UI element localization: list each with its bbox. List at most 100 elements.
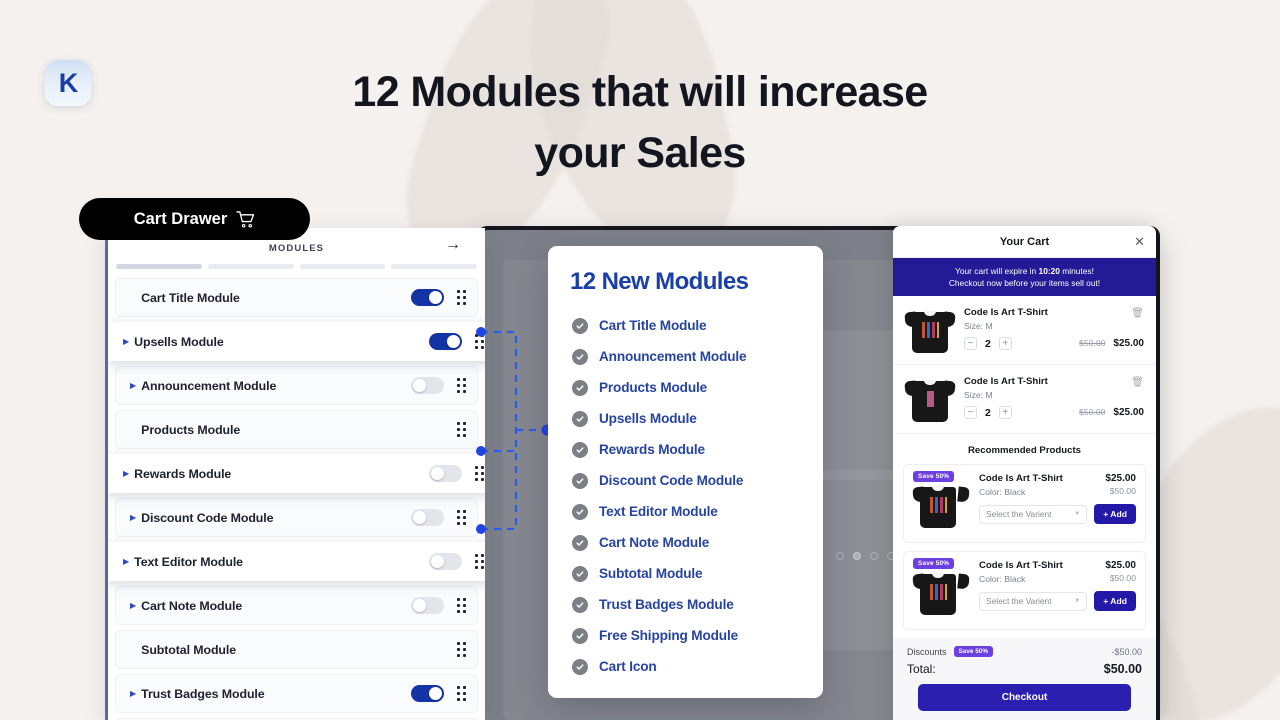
drag-handle-icon[interactable] xyxy=(457,422,466,437)
new-module-item: Discount Code Module xyxy=(548,465,823,496)
module-toggle[interactable] xyxy=(429,553,462,570)
recommended-product-price: $25.00 xyxy=(1105,560,1136,572)
module-toggle[interactable] xyxy=(429,333,462,350)
checkout-button[interactable]: Checkout xyxy=(918,684,1131,712)
quantity-decrease-button[interactable]: − xyxy=(964,337,977,351)
tab-segment[interactable] xyxy=(391,264,477,269)
cart-footer: Discounts Save 50% -$50.00 Total: $50.00… xyxy=(893,638,1156,720)
drag-handle-icon[interactable] xyxy=(457,290,466,305)
module-row[interactable]: ▶ Text Editor Module xyxy=(108,542,485,581)
new-module-label: Free Shipping Module xyxy=(599,628,738,643)
module-toggle[interactable] xyxy=(411,509,444,526)
variant-select[interactable]: Select the Varient ▼ xyxy=(979,591,1088,611)
expand-caret-icon[interactable]: ▶ xyxy=(123,557,129,566)
carousel-dot[interactable] xyxy=(836,552,844,560)
cart-item-name: Code Is Art T-Shirt xyxy=(964,307,1048,319)
cart-drawer-badge-label: Cart Drawer xyxy=(133,209,228,228)
module-row[interactable]: ▶ Trust Badges Module xyxy=(115,674,478,713)
add-product-button[interactable]: + Add xyxy=(1094,504,1136,525)
drag-handle-icon[interactable] xyxy=(457,510,466,525)
module-toggle[interactable] xyxy=(411,289,444,306)
quantity-stepper[interactable]: −2 + $50.00 $25.00 xyxy=(964,337,1144,351)
module-row[interactable]: ▶Cart Title Module xyxy=(115,278,478,317)
module-row[interactable]: ▶ Announcement Module xyxy=(115,366,478,405)
module-row-label: Upsells Module xyxy=(134,334,224,349)
module-toggle[interactable] xyxy=(429,465,462,482)
new-module-label: Products Module xyxy=(599,380,708,395)
recommended-products-list: Save 50% Code Is Art T-Shirt $25.00 Color: … xyxy=(893,464,1156,631)
new-module-label: Cart Note Module xyxy=(599,535,710,550)
module-toggle[interactable] xyxy=(411,685,444,702)
recommended-product-color: Color: Black xyxy=(979,487,1026,498)
product-thumbnail xyxy=(904,307,956,355)
new-module-item: Rewards Module xyxy=(548,434,823,465)
variant-select[interactable]: Select the Varient ▼ xyxy=(979,504,1088,524)
module-toggle[interactable] xyxy=(411,597,444,614)
new-module-item: Free Shipping Module xyxy=(548,620,823,651)
recommended-product-old-price: $50.00 xyxy=(1109,486,1136,497)
add-product-button[interactable]: + Add xyxy=(1094,591,1136,612)
save-badge: Save 50% xyxy=(913,471,955,483)
module-row[interactable]: ▶ Discount Code Module xyxy=(115,498,478,537)
new-module-label: Cart Title Module xyxy=(599,318,707,333)
module-row[interactable]: ▶Products Module xyxy=(115,410,478,449)
module-toggle[interactable] xyxy=(411,377,444,394)
product-thumbnail xyxy=(904,376,956,424)
new-module-label: Announcement Module xyxy=(599,349,747,364)
discount-badge: Save 50% xyxy=(953,646,994,658)
check-circle-icon xyxy=(572,534,588,551)
module-row[interactable]: ▶Subtotal Module xyxy=(115,630,478,669)
quantity-value: 2 xyxy=(985,406,991,419)
module-row-label: Cart Title Module xyxy=(141,290,240,305)
trash-icon[interactable]: 🗑 xyxy=(1131,377,1144,388)
new-module-label: Rewards Module xyxy=(599,442,705,457)
quantity-increase-button[interactable]: + xyxy=(998,406,1012,420)
drag-handle-icon[interactable] xyxy=(475,554,484,569)
tab-segment[interactable] xyxy=(116,264,202,269)
tab-segment[interactable] xyxy=(207,264,294,269)
expand-caret-icon[interactable]: ▶ xyxy=(130,513,136,522)
recommended-product-card: Save 50% Code Is Art T-Shirt $25.00 Color: … xyxy=(903,551,1146,631)
module-row[interactable]: ▶ Cart Note Module xyxy=(115,586,478,625)
drag-handle-icon[interactable] xyxy=(475,466,484,481)
new-module-item: Cart Title Module xyxy=(548,310,823,341)
module-row[interactable]: ▶ Rewards Module xyxy=(108,454,485,493)
product-thumbnail xyxy=(912,473,971,534)
drag-handle-icon[interactable] xyxy=(457,686,466,701)
modules-panel-tabs[interactable] xyxy=(108,264,485,278)
expand-caret-icon[interactable]: ▶ xyxy=(123,337,129,346)
new-module-label: Discount Code Module xyxy=(599,473,744,488)
module-row-label: Subtotal Module xyxy=(141,642,237,657)
trash-icon[interactable]: 🗑 xyxy=(1131,308,1144,319)
cart-item-old-price: $50.00 xyxy=(1079,407,1106,418)
variant-select-placeholder: Select the Varient xyxy=(986,596,1052,607)
check-circle-icon xyxy=(572,441,588,458)
drag-handle-icon[interactable] xyxy=(457,642,466,657)
check-circle-icon xyxy=(572,379,588,396)
recommended-product-color: Color: Black xyxy=(979,574,1026,585)
arrow-right-icon[interactable]: → xyxy=(445,237,461,253)
recommended-product-old-price: $50.00 xyxy=(1109,573,1136,584)
drag-handle-icon[interactable] xyxy=(457,598,466,613)
new-module-label: Subtotal Module xyxy=(599,566,703,581)
check-circle-icon xyxy=(572,317,588,334)
expand-caret-icon[interactable]: ▶ xyxy=(130,689,136,698)
cart-drawer-badge: Cart Drawer xyxy=(79,198,310,240)
modules-list: ▶Cart Title Module▶Upsells Module▶Announ… xyxy=(108,278,485,720)
expand-caret-icon[interactable]: ▶ xyxy=(123,469,129,478)
tab-segment[interactable] xyxy=(299,264,386,269)
carousel-dot[interactable] xyxy=(853,552,861,560)
expand-caret-icon[interactable]: ▶ xyxy=(130,601,136,610)
module-row-label: Products Module xyxy=(141,422,241,437)
drag-handle-icon[interactable] xyxy=(457,378,466,393)
carousel-dot[interactable] xyxy=(870,552,878,560)
quantity-increase-button[interactable]: + xyxy=(998,337,1012,351)
total-amount: $50.00 xyxy=(1103,662,1142,677)
quantity-stepper[interactable]: −2 + $50.00 $25.00 xyxy=(964,406,1144,420)
expand-caret-icon[interactable]: ▶ xyxy=(130,381,136,390)
quantity-decrease-button[interactable]: − xyxy=(964,406,977,420)
module-row[interactable]: ▶ Upsells Module xyxy=(108,322,485,361)
recommended-products-title: Recommended Products xyxy=(967,445,1082,457)
drag-handle-icon[interactable] xyxy=(475,334,484,349)
close-icon[interactable]: ✕ xyxy=(1134,235,1145,248)
